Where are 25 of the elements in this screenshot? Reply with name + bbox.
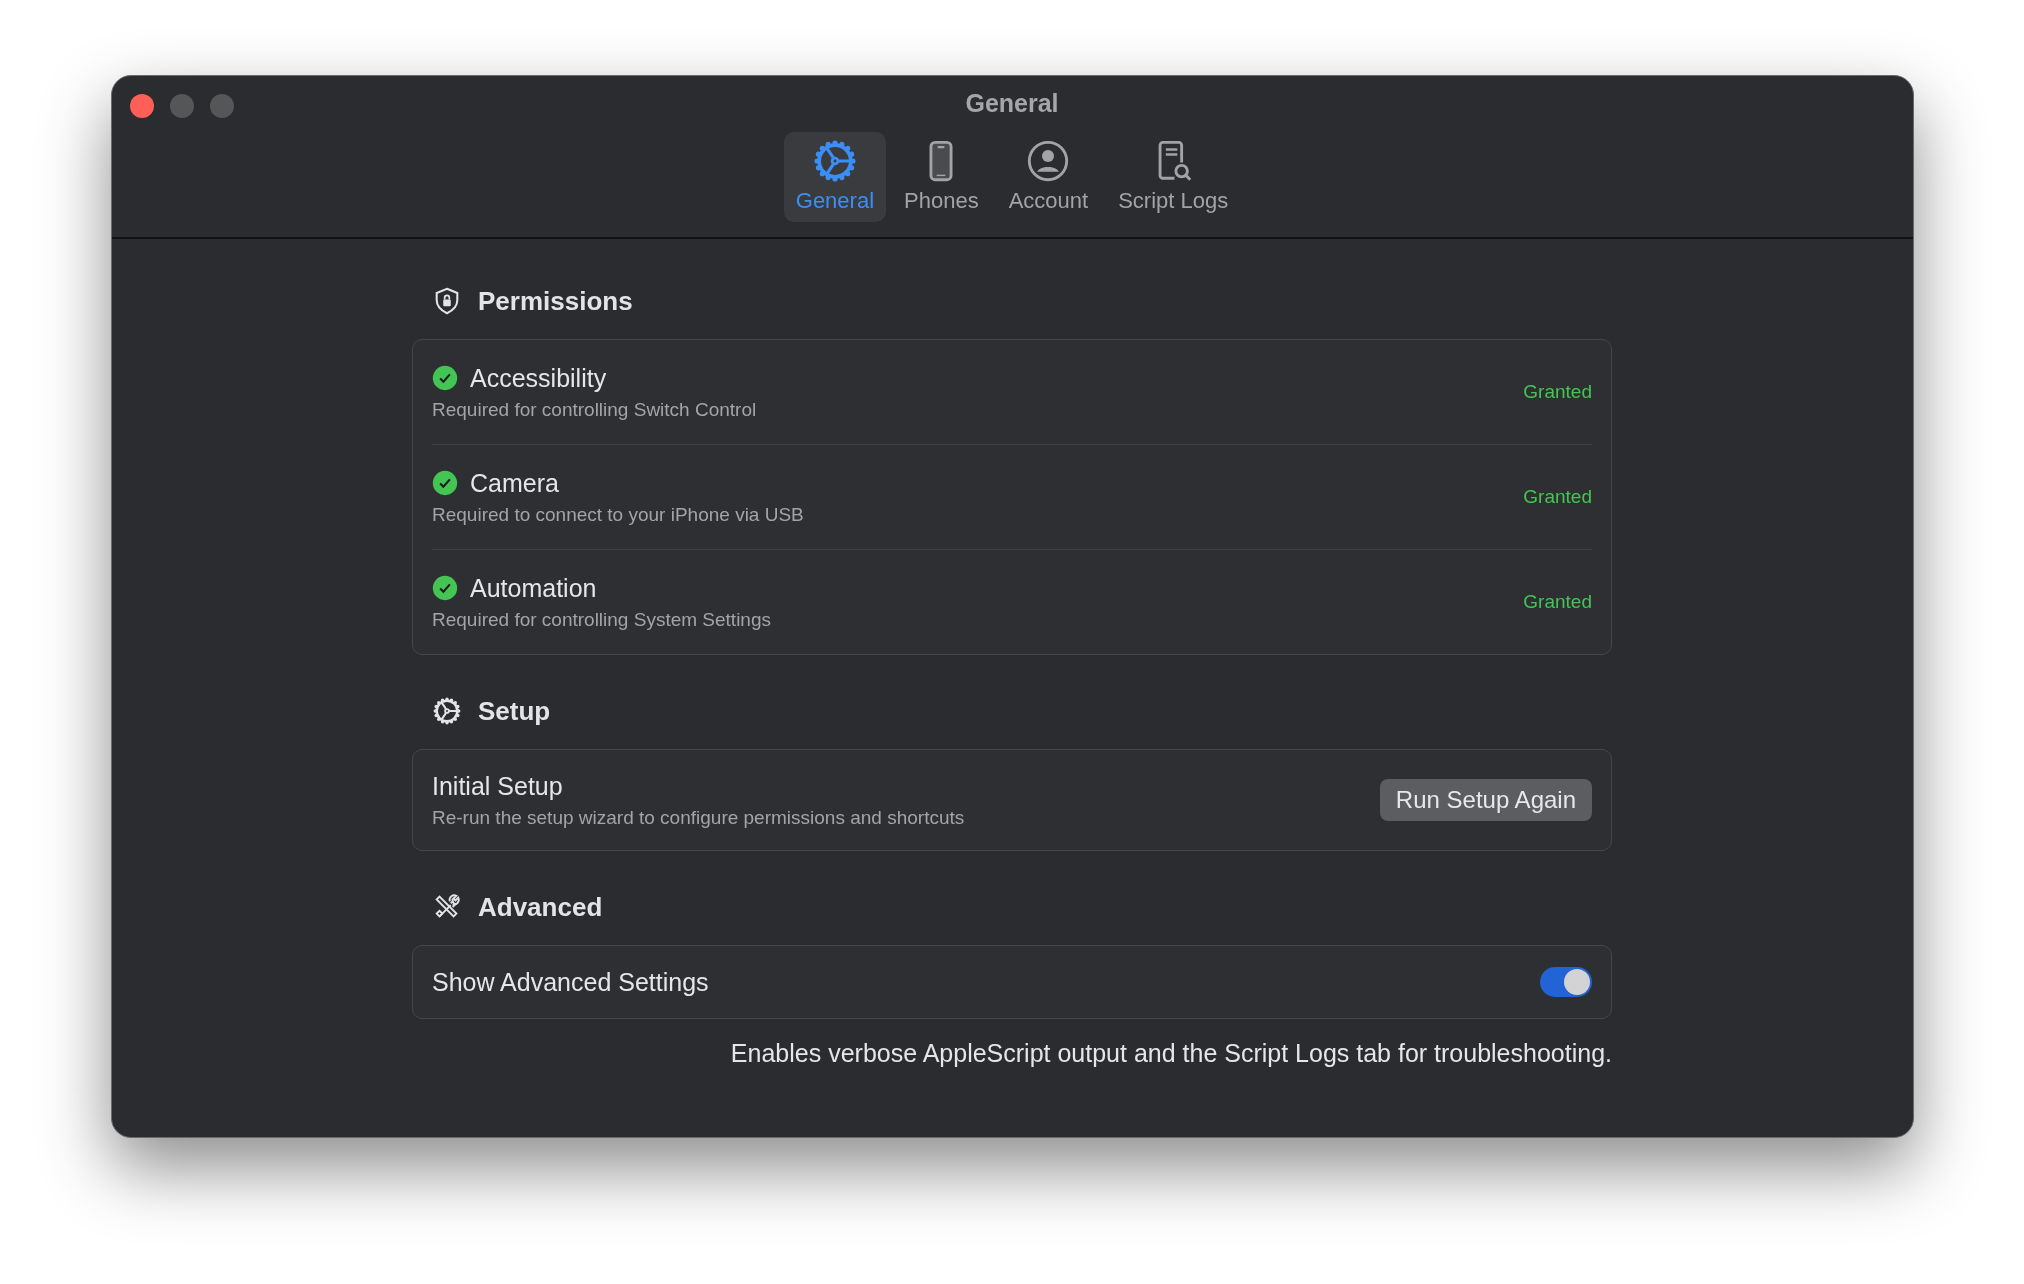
permission-status: Granted bbox=[1523, 591, 1592, 613]
section-title: Setup bbox=[478, 695, 551, 727]
help-text: Enables verbose AppleScript output and the Script Logs tab for troubleshooting. bbox=[730, 1039, 1612, 1068]
section-title: Permissions bbox=[478, 285, 633, 317]
close-button[interactable] bbox=[129, 94, 154, 118]
setting-name: Initial Setup bbox=[432, 771, 564, 801]
setting-description: Re-run the setup wizard to configure permissions and shortcuts bbox=[432, 806, 966, 829]
permission-name: Camera bbox=[470, 468, 559, 498]
toolbar-tab[interactable]: Phones bbox=[892, 132, 991, 222]
permission-status: Granted bbox=[1523, 381, 1592, 403]
toolbar-tab[interactable]: Script Logs bbox=[1106, 132, 1241, 222]
toolbar-tab[interactable]: Account bbox=[996, 132, 1101, 222]
toggle-switch[interactable] bbox=[1540, 967, 1592, 997]
permission-description: Required for controlling System Settings bbox=[432, 608, 772, 631]
window-title: General bbox=[965, 89, 1059, 118]
section-title: Advanced bbox=[478, 891, 603, 923]
permission-name: Automation bbox=[470, 573, 597, 603]
setting-label: Show Advanced Settings bbox=[432, 967, 710, 997]
permission-name: Accessibility bbox=[470, 363, 607, 393]
toolbar-tab[interactable]: General bbox=[783, 132, 887, 222]
permission-status: Granted bbox=[1523, 486, 1592, 508]
run-setup-button[interactable]: Run Setup Again bbox=[1379, 779, 1592, 821]
permission-description: Required to connect to your iPhone via USB bbox=[432, 503, 805, 526]
permission-description: Required for controlling Switch Control bbox=[432, 398, 758, 421]
gear-icon bbox=[432, 696, 462, 726]
